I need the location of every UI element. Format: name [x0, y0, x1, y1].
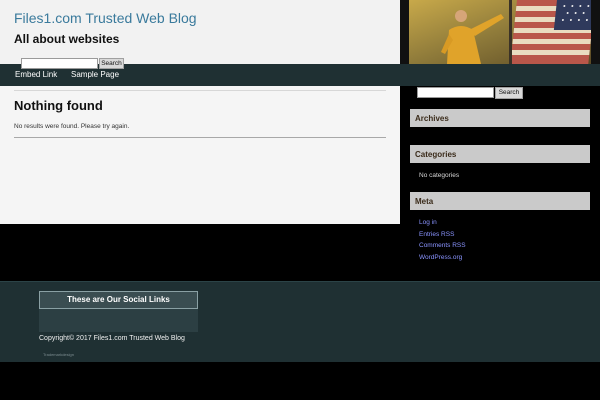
archives-widget-title: Archives — [410, 109, 590, 127]
social-links-widget: These are Our Social Links — [39, 291, 198, 332]
site-description: All about websites — [14, 32, 120, 46]
page: Files1.com Trusted Web Blog All about we… — [0, 0, 600, 400]
meta-link-wordpress-org[interactable]: WordPress.org — [419, 254, 462, 261]
footer: These are Our Social Links Copyright© 20… — [0, 281, 600, 362]
sidebar-search-input[interactable] — [417, 87, 494, 98]
theme-credit-link[interactable]: Trademarkdesign — [43, 352, 74, 357]
main-search-button[interactable]: Search — [99, 58, 124, 69]
copyright-text: Copyright© 2017 Files1.com Trusted Web B… — [39, 335, 185, 342]
nav-item-sample-page[interactable]: Sample Page — [71, 70, 119, 79]
divider — [14, 90, 386, 91]
page-title: Nothing found — [14, 98, 103, 113]
main-search-input[interactable] — [21, 58, 98, 69]
social-links-title: These are Our Social Links — [39, 291, 198, 309]
main-content: Nothing found No results were found. Ple… — [0, 86, 400, 224]
nav-item-embed-link[interactable]: Embed Link — [15, 70, 57, 79]
categories-widget-title: Categories — [410, 145, 590, 163]
header-image — [409, 0, 591, 64]
divider — [14, 137, 386, 138]
sidebar-search-button[interactable]: Search — [495, 87, 523, 99]
site-title[interactable]: Files1.com Trusted Web Blog — [14, 10, 197, 26]
header: Files1.com Trusted Web Blog All about we… — [0, 0, 400, 64]
meta-link-entries-rss[interactable]: Entries RSS — [419, 231, 454, 238]
meta-link-log-in[interactable]: Log in — [419, 219, 437, 226]
meta-widget-title: Meta — [410, 192, 590, 210]
meta-link-comments-rss[interactable]: Comments RSS — [419, 242, 466, 249]
categories-empty-text: No categories — [419, 172, 460, 179]
no-results-message: No results were found. Please try again. — [14, 123, 130, 130]
header-photo-graphic — [409, 0, 591, 64]
